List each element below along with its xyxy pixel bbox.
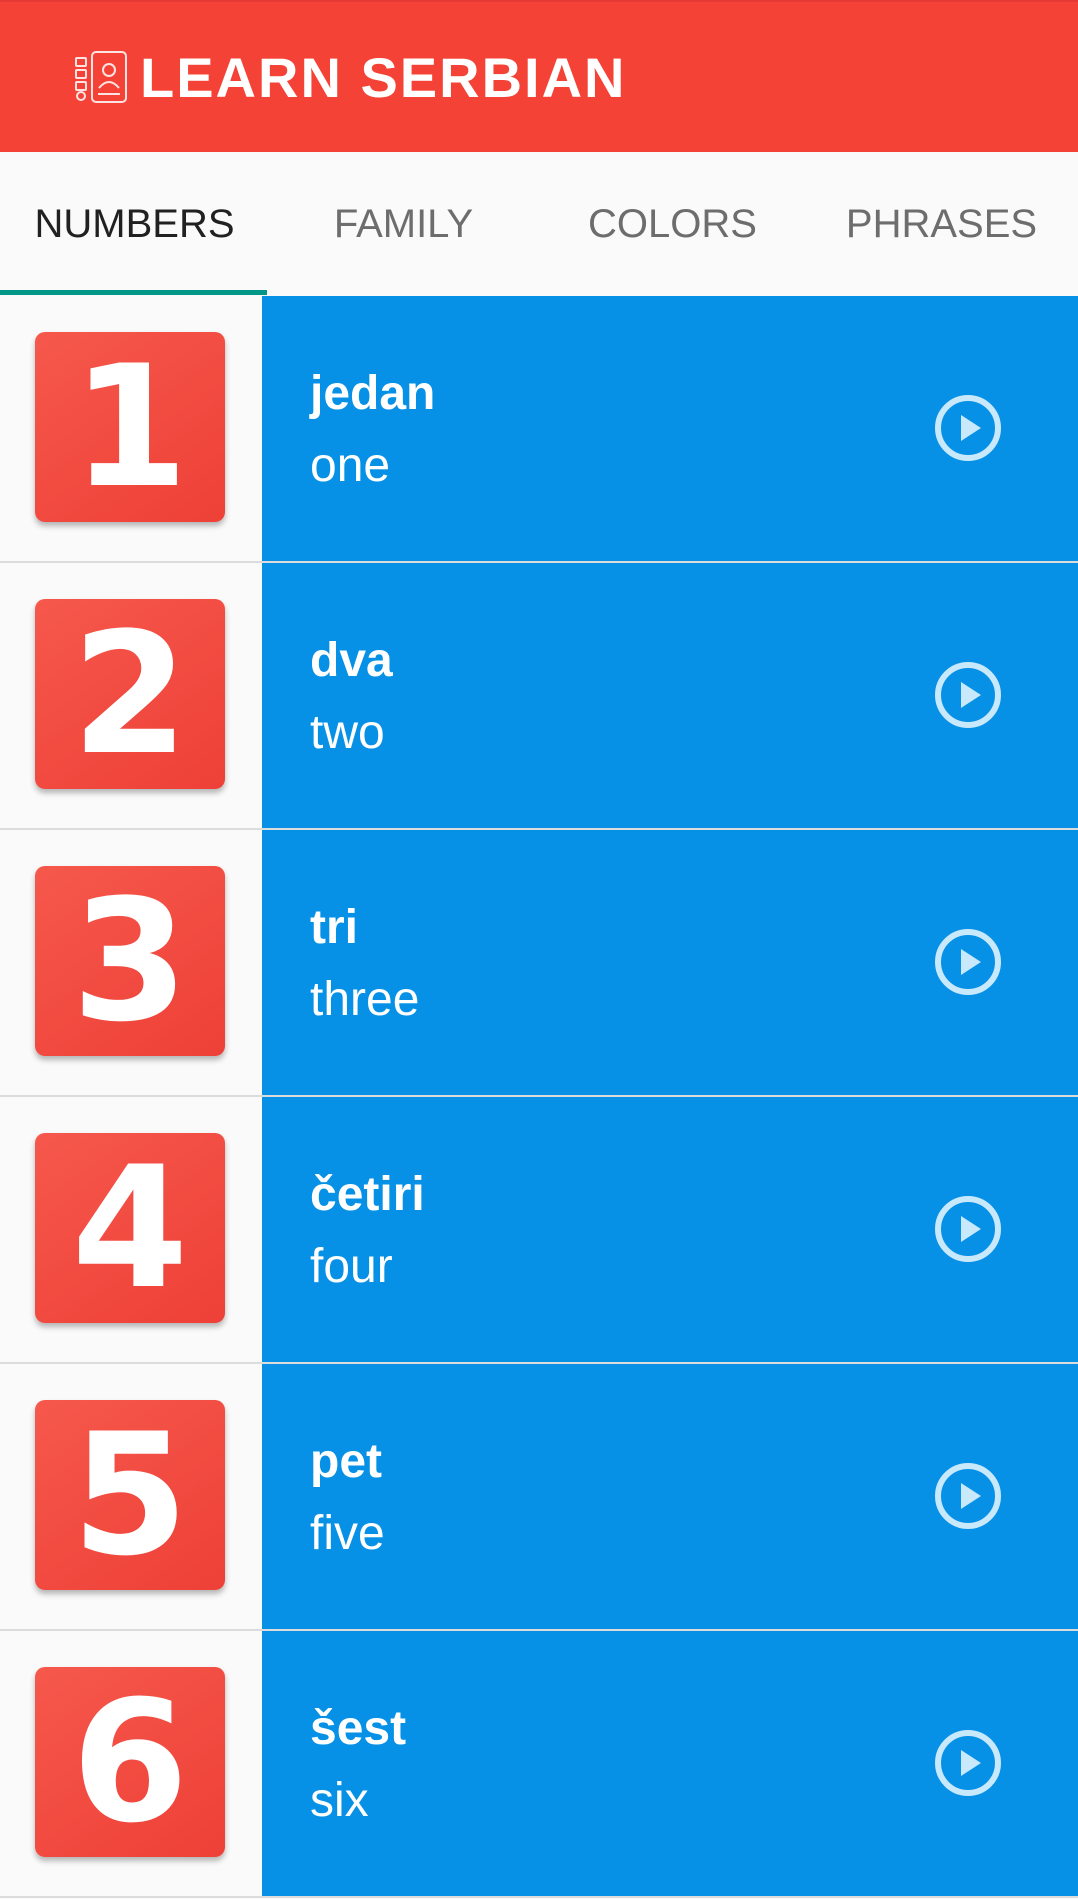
list-item: 6 šest six — [0, 1631, 1078, 1898]
english-translation: two — [310, 706, 385, 759]
number-tile: 6 — [35, 1667, 225, 1857]
tab-numbers[interactable]: NUMBERS — [0, 152, 269, 296]
serbian-word: četiri — [310, 1168, 425, 1221]
english-translation: six — [310, 1774, 369, 1827]
word-card[interactable]: tri three — [262, 830, 1078, 1095]
number-image-cell: 6 — [0, 1631, 262, 1896]
english-translation: one — [310, 439, 391, 492]
play-circle-icon[interactable] — [934, 394, 1002, 462]
number-tile: 4 — [35, 1133, 225, 1323]
number-tile: 2 — [35, 599, 225, 789]
word-card[interactable]: četiri four — [262, 1097, 1078, 1362]
play-circle-icon[interactable] — [934, 928, 1002, 996]
play-circle-icon[interactable] — [934, 1195, 1002, 1263]
word-card[interactable]: šest six — [262, 1631, 1078, 1896]
number-tile: 3 — [35, 866, 225, 1056]
serbian-word: šest — [310, 1702, 407, 1755]
phone-tutor-icon — [75, 51, 127, 103]
english-translation: three — [310, 973, 420, 1026]
word-card[interactable]: jedan one — [262, 296, 1078, 561]
serbian-word: dva — [310, 634, 393, 687]
serbian-word: tri — [310, 901, 358, 954]
word-card[interactable]: pet five — [262, 1364, 1078, 1629]
list-item: 1 jedan one — [0, 296, 1078, 563]
serbian-word: pet — [310, 1435, 382, 1488]
app-title: LEARN SERBIAN — [140, 46, 627, 109]
word-list: 1 jedan one 2 dva two 3 tri three 4 četi… — [0, 296, 1078, 1898]
number-image-cell: 4 — [0, 1097, 262, 1362]
tab-family[interactable]: FAMILY — [269, 152, 538, 296]
list-item: 4 četiri four — [0, 1097, 1078, 1364]
number-image-cell: 5 — [0, 1364, 262, 1629]
number-tile: 1 — [35, 332, 225, 522]
list-item: 5 pet five — [0, 1364, 1078, 1631]
app-bar: LEARN SERBIAN — [0, 0, 1078, 152]
number-image-cell: 3 — [0, 830, 262, 1095]
english-translation: five — [310, 1507, 385, 1560]
list-item: 3 tri three — [0, 830, 1078, 1097]
number-image-cell: 2 — [0, 563, 262, 828]
tab-indicator — [0, 290, 267, 295]
list-item: 2 dva two — [0, 563, 1078, 830]
english-translation: four — [310, 1240, 393, 1293]
number-tile: 5 — [35, 1400, 225, 1590]
tab-colors[interactable]: COLORS — [538, 152, 807, 296]
play-circle-icon[interactable] — [934, 661, 1002, 729]
play-circle-icon[interactable] — [934, 1462, 1002, 1530]
number-image-cell: 1 — [0, 296, 262, 561]
play-circle-icon[interactable] — [934, 1729, 1002, 1797]
tab-phrases[interactable]: PHRASES — [807, 152, 1076, 296]
serbian-word: jedan — [310, 367, 436, 420]
tab-bar: NUMBERS FAMILY COLORS PHRASES — [0, 152, 1078, 296]
word-card[interactable]: dva two — [262, 563, 1078, 828]
